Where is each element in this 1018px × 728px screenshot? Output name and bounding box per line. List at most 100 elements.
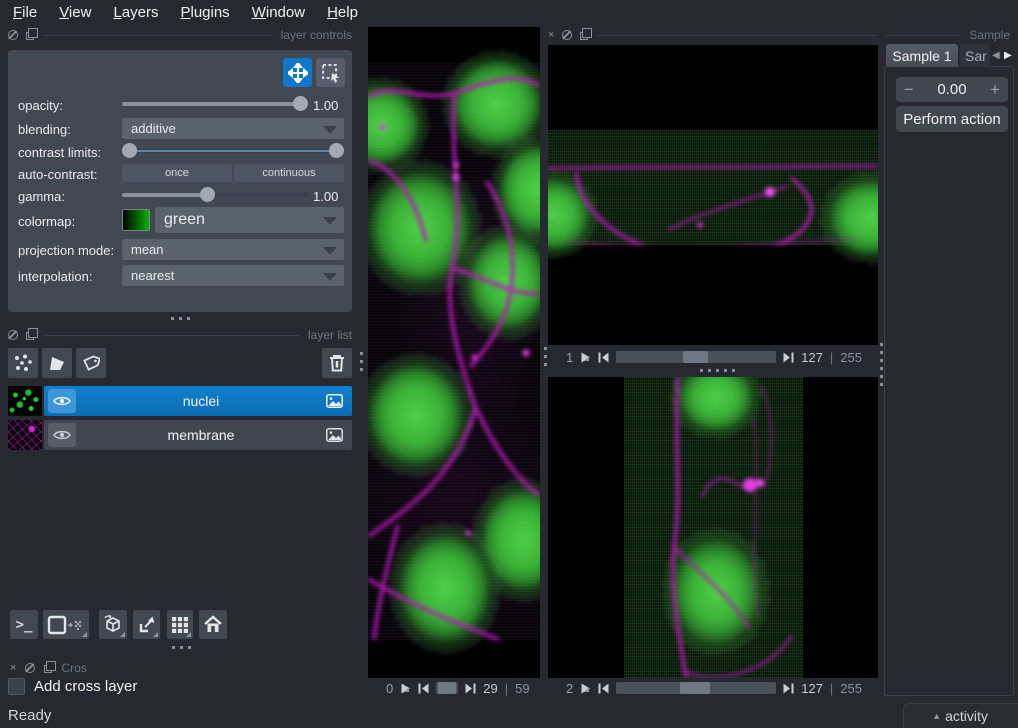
new-labels-layer-button[interactable] <box>76 348 106 378</box>
blending-label: blending: <box>18 122 71 137</box>
continuous-button[interactable]: continuous <box>234 164 344 182</box>
slider-handle[interactable] <box>200 187 215 202</box>
menu-plugins[interactable]: Plugins <box>169 2 240 23</box>
napari-window: File View Layers Plugins Window Help lay… <box>0 0 1018 728</box>
play-button[interactable] <box>400 683 411 694</box>
projection-mode-dropdown[interactable]: mean <box>122 239 344 260</box>
new-points-layer-button[interactable] <box>8 348 38 378</box>
blending-dropdown[interactable]: additive <box>122 118 344 139</box>
layer-row-body[interactable]: nuclei <box>44 386 352 416</box>
menu-window[interactable]: Window <box>241 2 316 23</box>
home-reset-view-button[interactable] <box>199 610 227 639</box>
ortho-top-image <box>548 130 878 245</box>
last-frame-button[interactable] <box>783 352 794 363</box>
tab-scroll-left-arrow[interactable]: ◀ <box>992 50 1000 61</box>
tab-scroll-right-arrow[interactable]: ▶ <box>1004 50 1012 61</box>
menu-view[interactable]: View <box>48 2 102 23</box>
points-icon <box>13 353 33 373</box>
toolbar-resize-handle[interactable] <box>172 646 192 649</box>
colormap-value: green <box>164 211 205 229</box>
grid-view-button[interactable] <box>167 610 193 639</box>
last-frame-button[interactable] <box>783 683 794 694</box>
hide-panel-icon[interactable] <box>8 30 18 40</box>
roll-dimensions-button[interactable] <box>99 610 127 639</box>
float-panel-icon[interactable] <box>26 32 34 40</box>
dock-drag-handle[interactable] <box>544 347 547 371</box>
opacity-label: opacity: <box>18 98 63 113</box>
sample-spinbox[interactable]: − 0.00 + <box>896 77 1008 102</box>
ortho-top-canvas[interactable] <box>548 45 878 345</box>
trash-icon <box>327 353 347 373</box>
close-panel-icon[interactable]: × <box>548 31 554 40</box>
opacity-value: 1.00 <box>313 98 338 113</box>
first-frame-button[interactable] <box>418 683 429 694</box>
spin-value[interactable]: 0.00 <box>922 81 982 98</box>
new-shapes-layer-button[interactable] <box>42 348 72 378</box>
activity-button[interactable]: ▴ activity <box>903 703 1018 728</box>
chevron-down-icon <box>323 273 337 281</box>
panel-title: Cros <box>61 661 86 675</box>
close-panel-icon[interactable]: × <box>10 664 16 673</box>
splitter-handle[interactable] <box>700 369 735 372</box>
once-button[interactable]: once <box>122 164 232 182</box>
menu-file[interactable]: File <box>2 2 48 23</box>
first-frame-button[interactable] <box>598 352 609 363</box>
visibility-eye-button[interactable] <box>48 423 76 447</box>
dock-drag-handle[interactable] <box>360 352 363 374</box>
hide-panel-icon[interactable] <box>8 330 18 340</box>
float-panel-icon[interactable] <box>580 32 588 40</box>
tab-sample-1[interactable]: Sample 1 <box>886 44 958 67</box>
transpose-button[interactable] <box>133 610 160 639</box>
transform-button[interactable] <box>316 58 345 87</box>
slider-handle[interactable] <box>293 96 308 111</box>
status-message: Ready <box>8 707 51 724</box>
add-cross-layer-checkbox[interactable] <box>8 678 25 695</box>
ndisplay-toggle-button[interactable] <box>43 610 89 639</box>
interpolation-dropdown[interactable]: nearest <box>122 265 344 286</box>
menu-layers[interactable]: Layers <box>102 2 169 23</box>
frame-slider[interactable] <box>436 682 458 694</box>
frame-slider-handle[interactable] <box>438 682 456 694</box>
layer-row-nuclei[interactable]: nuclei <box>8 386 352 416</box>
gamma-slider[interactable] <box>122 187 308 202</box>
float-panel-icon[interactable] <box>44 665 52 673</box>
range-handle-high[interactable] <box>329 143 344 158</box>
layer-row-body[interactable]: membrane <box>44 420 352 450</box>
activity-label: activity <box>945 708 988 724</box>
spin-decrement-button[interactable]: − <box>896 80 922 100</box>
opacity-slider[interactable] <box>122 96 308 111</box>
console-button[interactable]: >_ <box>10 610 38 639</box>
spin-increment-button[interactable]: + <box>982 80 1008 100</box>
ortho-bottom-canvas[interactable] <box>548 377 878 678</box>
contrast-limits-slider[interactable] <box>122 143 344 158</box>
range-handle-low[interactable] <box>122 143 137 158</box>
chevron-down-icon <box>323 126 337 134</box>
hide-panel-icon[interactable] <box>562 30 572 40</box>
layer-row-membrane[interactable]: membrane <box>8 420 352 450</box>
float-panel-icon[interactable] <box>26 332 34 340</box>
visibility-eye-button[interactable] <box>48 389 76 413</box>
first-frame-button[interactable] <box>598 683 609 694</box>
chevron-up-icon: ▴ <box>934 711 939 722</box>
projection-mode-label: projection mode: <box>18 243 114 258</box>
delete-layer-button[interactable] <box>322 348 352 378</box>
frame-slider-handle[interactable] <box>680 682 710 694</box>
main-canvas[interactable] <box>368 27 540 678</box>
frame-slider[interactable] <box>616 682 776 694</box>
menu-help[interactable]: Help <box>316 2 369 23</box>
max-frame: 59 <box>515 681 529 696</box>
panel-resize-handle[interactable] <box>171 317 191 320</box>
frame-slider[interactable] <box>616 351 776 363</box>
last-frame-button[interactable] <box>465 683 476 694</box>
tab-sample-2-truncated[interactable]: Sar <box>960 44 990 67</box>
frame-slider-handle[interactable] <box>683 351 708 363</box>
play-button[interactable] <box>580 352 591 363</box>
perform-action-button[interactable]: Perform action <box>896 106 1008 132</box>
layer-name: nuclei <box>76 393 326 409</box>
hide-panel-icon[interactable] <box>25 663 35 673</box>
pan-zoom-button[interactable] <box>283 58 312 87</box>
colormap-dropdown[interactable]: green <box>155 207 344 233</box>
splitter-handle[interactable] <box>880 343 883 387</box>
eye-icon <box>53 395 71 407</box>
play-button[interactable] <box>580 683 591 694</box>
